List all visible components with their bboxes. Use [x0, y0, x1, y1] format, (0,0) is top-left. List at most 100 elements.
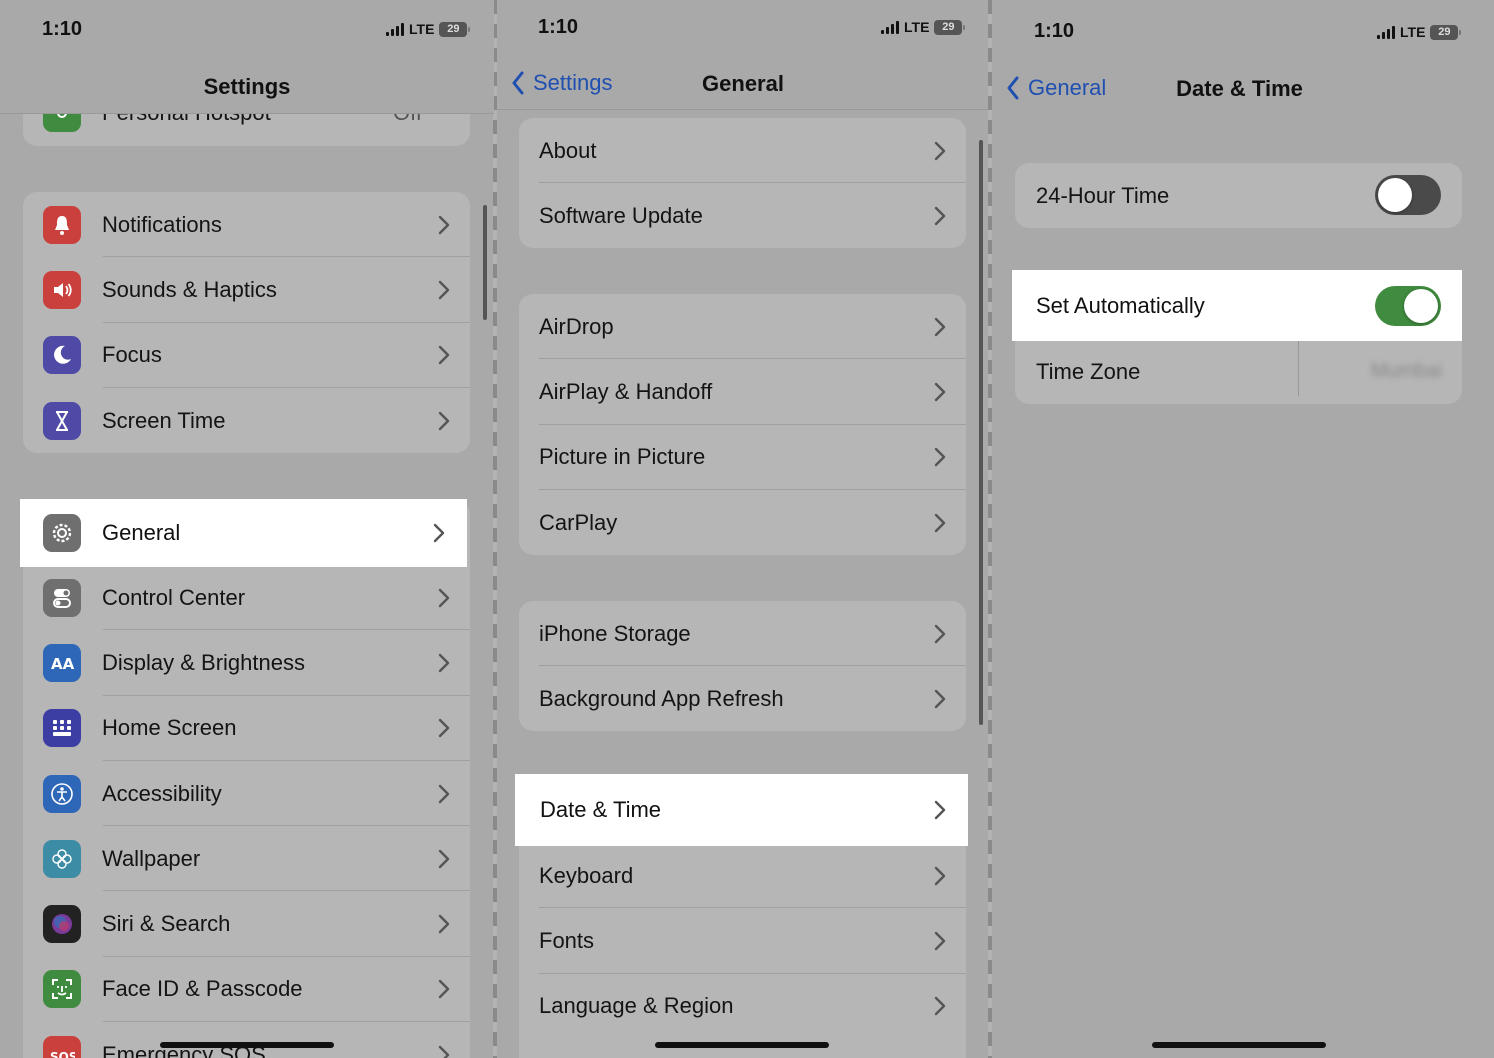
home-indicator[interactable] [160, 1042, 334, 1048]
general-group-sharing: AirDrop AirPlay & Handoff Picture in Pictu… [519, 294, 966, 555]
general-item-airplay-handoff[interactable]: AirPlay & Handoff [519, 359, 966, 425]
general-item-about[interactable]: About [519, 118, 966, 184]
battery-icon: 29 [439, 21, 471, 37]
settings-item-label: Face ID & Passcode [102, 976, 303, 1002]
back-button[interactable]: General [1006, 75, 1106, 101]
general-group-storage: iPhone Storage Background App Refresh [519, 601, 966, 731]
general-item-label: Language & Region [539, 993, 734, 1019]
settings-item-display-brightness[interactable]: AA Display & Brightness [23, 630, 470, 696]
general-item-label: AirDrop [539, 313, 614, 339]
siri-icon [43, 905, 81, 944]
chevron-right-icon [438, 588, 450, 607]
24-hour-time-toggle[interactable] [1375, 175, 1441, 215]
svg-text:AA: AA [51, 655, 75, 673]
settings-item-label: Wallpaper [102, 845, 201, 871]
chevron-right-icon [438, 411, 450, 430]
settings-item-accessibility[interactable]: Accessibility [23, 761, 470, 827]
settings-item-emergency-sos[interactable]: SOS Emergency SOS [23, 1022, 470, 1058]
setting-24-hour-time: 24-Hour Time [1015, 163, 1462, 228]
general-item-label: Date & Time [540, 797, 662, 822]
moon-icon [43, 336, 81, 375]
settings-item-siri-search[interactable]: Siri & Search [23, 891, 470, 957]
settings-item-label: Focus [102, 342, 162, 368]
face-id-icon [43, 970, 81, 1009]
settings-item-wallpaper[interactable]: Wallpaper [23, 826, 470, 892]
home-indicator[interactable] [1152, 1042, 1326, 1048]
battery-icon: 29 [934, 19, 966, 35]
general-item-label: Keyboard [539, 862, 634, 888]
general-item-date-time[interactable]: Date & Time [515, 774, 968, 846]
chevron-right-icon [438, 784, 450, 803]
switches-icon [43, 578, 81, 617]
back-button[interactable]: Settings [511, 70, 613, 96]
chevron-right-icon [934, 800, 946, 820]
settings-item-face-id-passcode[interactable]: Face ID & Passcode [23, 957, 470, 1023]
chevron-right-icon [438, 215, 450, 234]
set-automatically-toggle[interactable] [1375, 286, 1441, 326]
chevron-right-icon [438, 914, 450, 934]
status-time: 1:10 [538, 16, 579, 38]
general-item-label: AirPlay & Handoff [539, 378, 713, 404]
setting-label: Time Zone [1036, 358, 1141, 384]
chevron-right-icon [934, 206, 946, 226]
status-indicators: LTE 29 [1377, 23, 1462, 41]
settings-item-sounds-haptics[interactable]: Sounds & Haptics [23, 257, 470, 323]
accessibility-icon [43, 774, 81, 813]
cellular-signal-icon [1377, 25, 1395, 39]
chevron-right-icon [438, 653, 450, 673]
hourglass-icon [43, 401, 81, 440]
svg-text:SOS: SOS [50, 1050, 75, 1058]
settings-item-general[interactable]: General [20, 499, 467, 567]
settings-item-notifications[interactable]: Notifications [23, 192, 470, 258]
settings-item-control-center[interactable]: Control Center [23, 565, 470, 631]
settings-item-label: Siri & Search [102, 911, 231, 937]
settings-item-focus[interactable]: Focus [23, 323, 470, 388]
general-item-software-update[interactable]: Software Update [519, 183, 966, 248]
date-time-group-format: 24-Hour Time [1015, 163, 1462, 228]
toggle-knob [1404, 289, 1438, 323]
settings-item-label: Accessibility [102, 780, 222, 806]
general-group-about: About Software Update [519, 118, 966, 248]
chevron-right-icon [934, 689, 946, 709]
scrollbar[interactable] [483, 205, 487, 320]
chevron-right-icon [433, 523, 445, 543]
general-item-background-app-refresh[interactable]: Background App Refresh [519, 666, 966, 731]
gear-icon [43, 514, 81, 552]
speaker-icon [43, 270, 81, 309]
chevron-right-icon [934, 382, 946, 402]
general-screen: 1:10 LTE 29 Settings General About Softwa… [497, 0, 989, 1058]
settings-item-screen-time[interactable]: Screen Time [23, 388, 470, 453]
bell-icon [43, 205, 81, 244]
general-item-iphone-storage[interactable]: iPhone Storage [519, 601, 966, 667]
navigation-bar: 1:10 LTE 29 Settings General [497, 0, 989, 110]
general-item-airdrop[interactable]: AirDrop [519, 294, 966, 360]
chevron-right-icon [934, 317, 946, 336]
general-item-fonts[interactable]: Fonts [519, 908, 966, 974]
network-type: LTE [904, 19, 930, 35]
settings-screen: 1:10 LTE 29 Settings Personal Hotspot Of… [0, 0, 494, 1058]
setting-label: Set Automatically [1036, 292, 1205, 318]
general-item-picture-in-picture[interactable]: Picture in Picture [519, 425, 966, 490]
chevron-right-icon [934, 997, 946, 1016]
chevron-right-icon [934, 513, 946, 532]
home-indicator[interactable] [655, 1042, 829, 1048]
chevron-left-icon [512, 71, 524, 95]
page-title: Settings [203, 74, 291, 99]
settings-item-home-screen[interactable]: Home Screen [23, 696, 470, 761]
network-type: LTE [409, 21, 435, 37]
time-zone-value: Mumbai [1370, 360, 1442, 383]
cellular-signal-icon [881, 20, 899, 34]
status-indicators: LTE 29 [386, 20, 471, 38]
general-item-language-region[interactable]: Language & Region [519, 974, 966, 1039]
scrollbar[interactable] [979, 140, 983, 725]
general-item-label: Background App Refresh [539, 685, 784, 711]
battery-icon: 29 [1430, 24, 1462, 40]
chevron-right-icon [934, 931, 946, 951]
general-item-carplay[interactable]: CarPlay [519, 490, 966, 555]
general-item-keyboard[interactable]: Keyboard [519, 843, 966, 909]
status-indicators: LTE 29 [881, 18, 966, 36]
settings-item-label: Sounds & Haptics [102, 276, 277, 302]
sos-icon: SOS [43, 1035, 81, 1058]
setting-time-zone[interactable]: Time Zone Mumbai [1015, 339, 1462, 404]
toggle-knob [1378, 178, 1412, 212]
